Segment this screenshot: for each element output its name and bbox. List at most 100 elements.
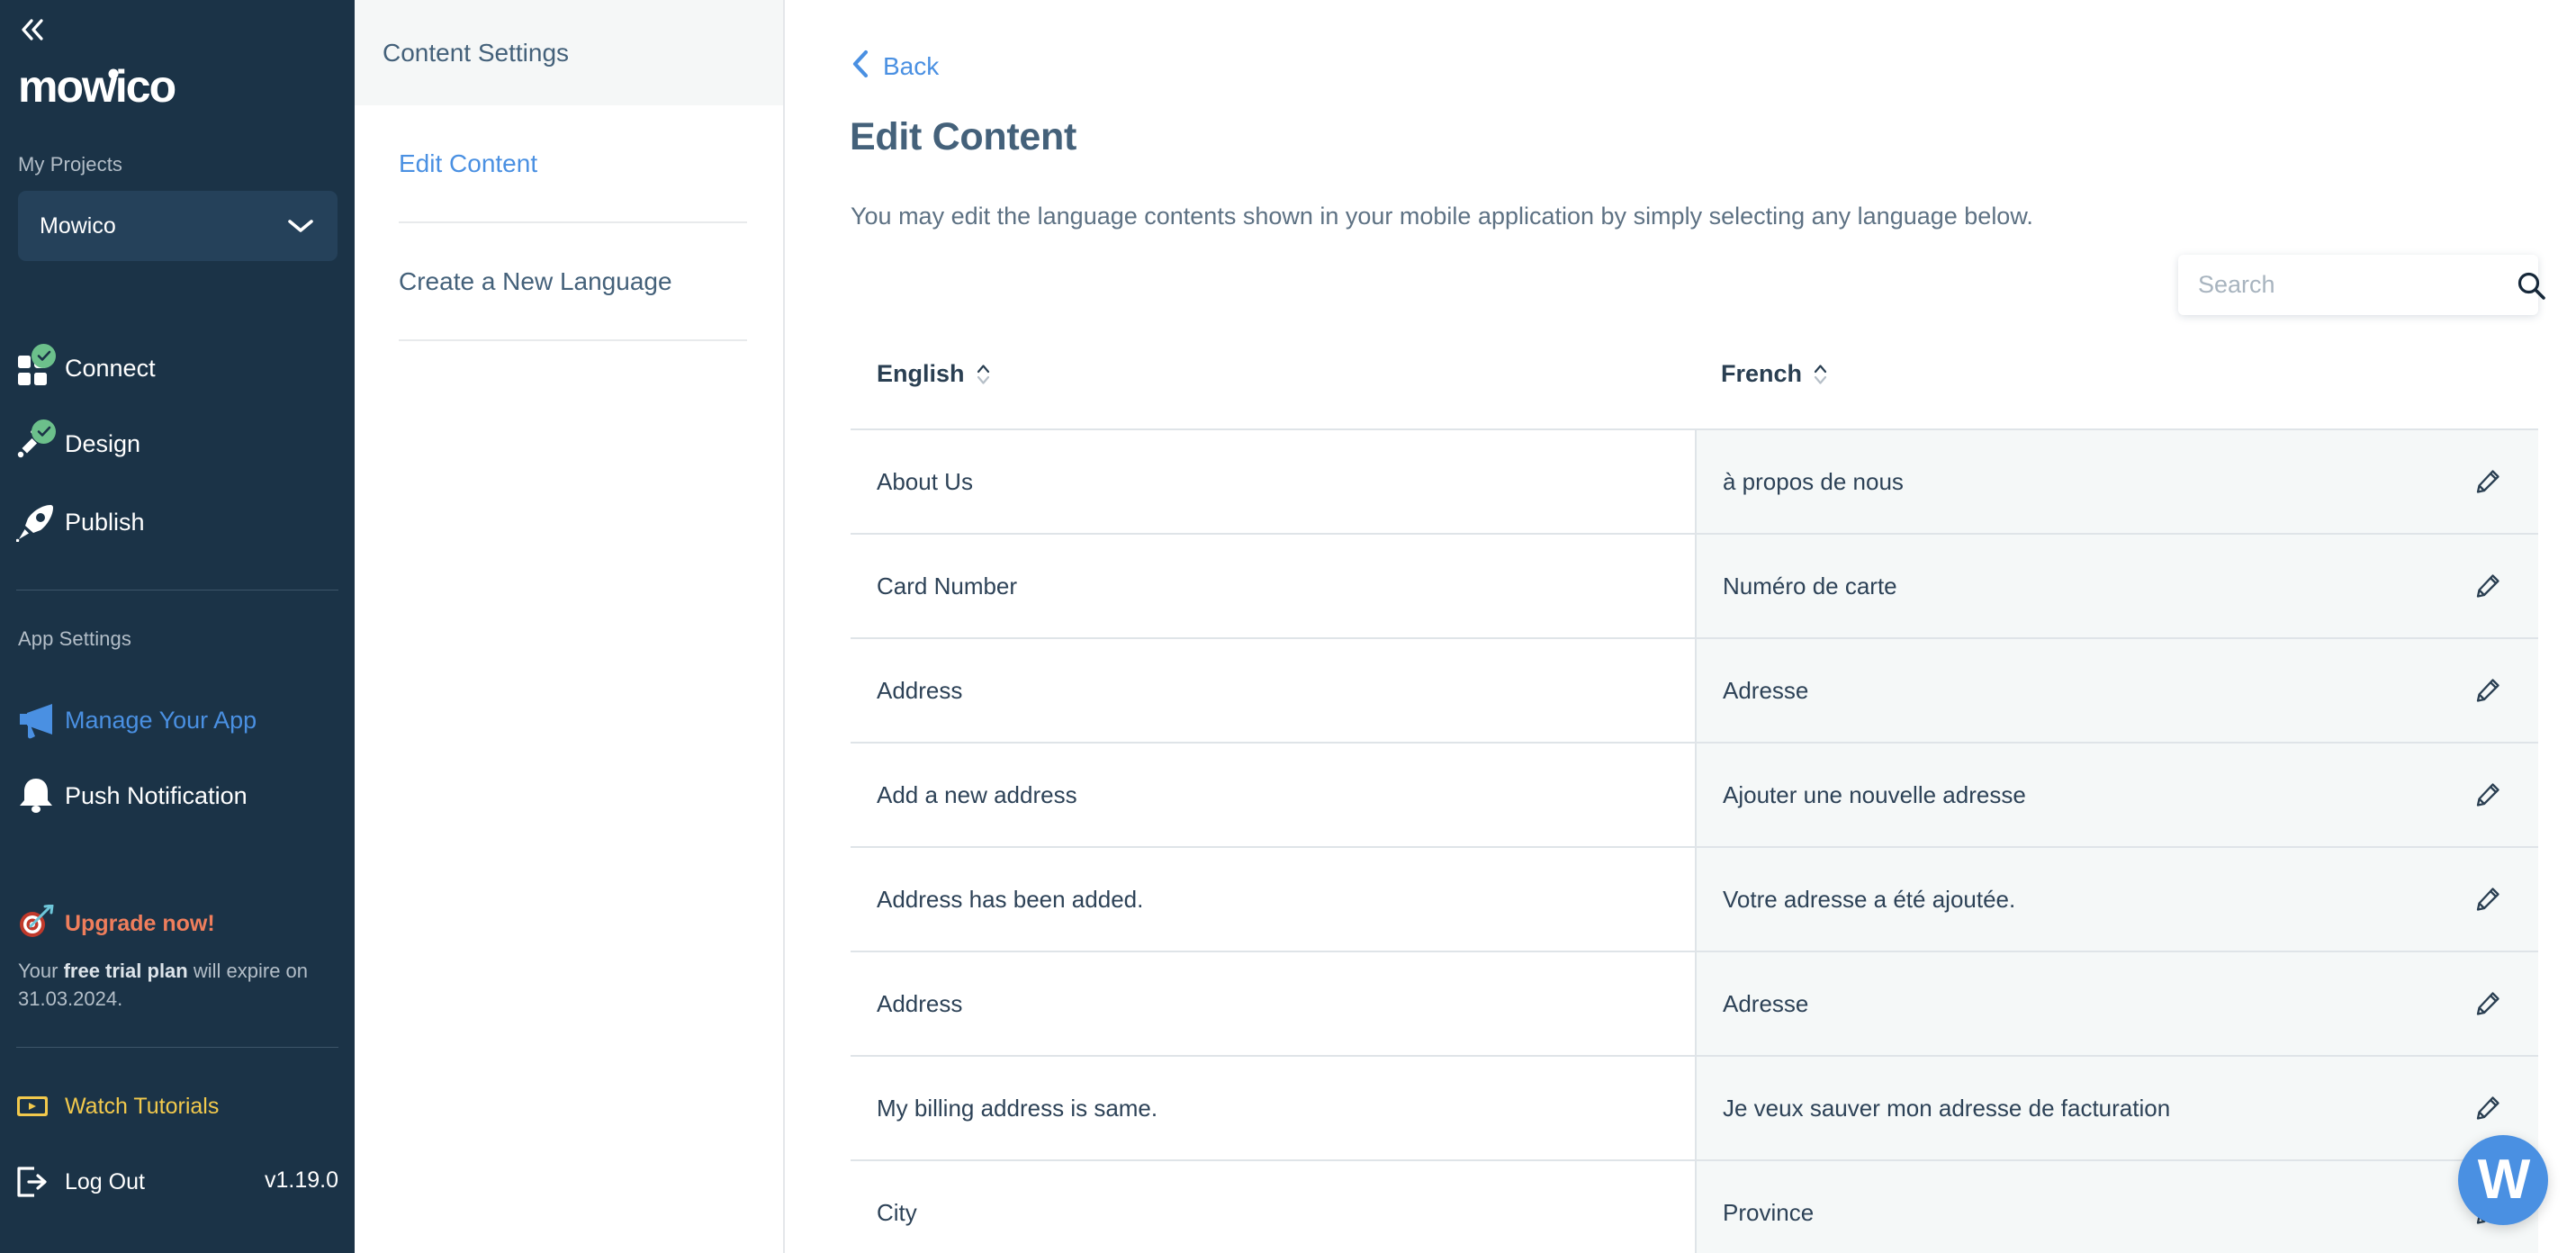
completed-check-badge [32,419,56,444]
column-header-english-label: English [877,360,965,387]
pencil-icon[interactable] [2475,887,2500,912]
trial-prefix: Your [18,960,64,982]
pencil-icon[interactable] [2475,678,2500,703]
project-selector-value: Mowico [40,212,116,239]
table-cell-french-text: Adresse [1723,989,1809,1017]
project-selector[interactable]: Mowico [18,191,338,261]
mowico-logo: mowico [18,65,261,112]
logout-icon [16,1161,65,1203]
content-settings-title: Content Settings [383,38,570,67]
page-description: You may edit the language contents shown… [851,203,2033,230]
table-row: Card Number Numéro de carte [851,535,2538,639]
megaphone-icon [16,699,65,741]
main-content: Back Edit Content You may edit the langu… [785,0,2576,1253]
table-cell-english-text: Address [877,676,963,704]
app-settings-label: App Settings [18,627,131,650]
back-button-label: Back [883,51,940,80]
search-icon[interactable] [2517,271,2545,300]
table-cell-french: Adresse [1695,639,2538,742]
table-cell-english: My billing address is same. [851,1057,1695,1159]
content-settings-panel: Content Settings Edit Content Create a N… [355,0,785,1253]
table-cell-english-text: Address has been added. [877,885,1144,913]
search-box[interactable] [2178,255,2545,315]
pencil-icon[interactable] [2475,573,2500,599]
table-cell-english-text: Address [877,989,963,1017]
table-body: About Us à propos de nous Card Number Numér… [851,428,2538,1253]
table-cell-french: Numéro de carte [1695,535,2538,637]
upgrade-now-link[interactable]: Upgrade now! [18,904,215,943]
table-cell-english-text: City [877,1198,917,1226]
sidebar-item-push-notification-label: Push Notification [65,781,248,809]
settings-item-edit-content[interactable]: Edit Content [399,105,747,223]
table-cell-french: Adresse [1695,952,2538,1055]
my-projects-label: My Projects [18,153,123,176]
sidebar-item-design[interactable]: Design [16,418,338,470]
pencil-icon[interactable] [2475,991,2500,1016]
sidebar-item-design-label: Design [65,429,141,457]
sidebar-divider-2 [16,1047,338,1048]
table-cell-english-text: Add a new address [877,780,1077,808]
search-input[interactable] [2198,271,2517,299]
sidebar-item-manage-your-app[interactable]: Manage Your App [16,694,338,746]
version-label: v1.19.0 [264,1167,338,1193]
trial-expiry-text: Your free trial plan will expire on 31.0… [18,957,333,1013]
settings-item-create-a-new-language-label: Create a New Language [399,266,672,295]
table-row: Address Adresse [851,952,2538,1057]
table-cell-french: Votre adresse a été ajoutée. [1695,848,2538,951]
sidebar-item-push-notification[interactable]: Push Notification [16,770,338,822]
table-cell-french: Ajouter une nouvelle adresse [1695,744,2538,846]
pencil-icon[interactable] [2475,469,2500,494]
video-ticket-icon [16,1086,65,1127]
table-cell-french-text: à propos de nous [1723,467,1904,495]
table-row: My billing address is same. Je veux sauve… [851,1057,2538,1161]
sort-updown-icon [1813,363,1828,386]
app-root: mowico My Projects Mowico Connect Design… [0,0,2576,1253]
table-row: Address Adresse [851,639,2538,744]
column-header-english[interactable]: English [851,360,1695,388]
table-cell-french-text: Numéro de carte [1723,572,1897,599]
table-cell-english: Address [851,639,1695,742]
sidebar-item-publish[interactable]: Publish [16,496,338,548]
content-settings-header: Content Settings [355,0,783,105]
table-cell-english-text: About Us [877,467,973,495]
sidebar: mowico My Projects Mowico Connect Design… [0,0,355,1253]
table-cell-french-text: Province [1723,1198,1815,1226]
sort-updown-icon [976,363,991,386]
page-title: Edit Content [850,115,1076,158]
sidebar-item-log-out-label: Log Out [65,1168,145,1194]
sidebar-item-connect-label: Connect [65,354,156,382]
table-cell-french: à propos de nous [1695,430,2538,533]
rocket-icon [16,501,65,543]
svg-text:mowico: mowico [18,65,176,112]
pencil-icon[interactable] [2475,1095,2500,1121]
column-header-french-label: French [1721,360,1803,387]
grid-icon [16,344,65,389]
table-header-row: English French [851,360,2538,428]
settings-item-create-a-new-language[interactable]: Create a New Language [399,223,747,341]
trial-plan-bold: free trial plan [63,960,188,982]
completed-check-badge [32,344,56,368]
sidebar-item-publish-label: Publish [65,508,145,536]
wordpress-w-icon: W [2477,1149,2531,1211]
table-cell-english-text: My billing address is same. [877,1094,1158,1122]
sidebar-item-connect[interactable]: Connect [16,342,338,394]
support-widget-button[interactable]: W [2458,1135,2548,1225]
table-cell-english: About Us [851,430,1695,533]
column-header-french[interactable]: French [1695,360,1828,388]
table-row: Add a new address Ajouter une nouvelle ad… [851,744,2538,848]
table-cell-french: Province [1695,1161,2538,1253]
collapse-sidebar-button[interactable] [13,9,54,50]
pencil-icon[interactable] [2475,782,2500,807]
back-button[interactable]: Back [851,50,939,83]
table-cell-english: Card Number [851,535,1695,637]
sidebar-item-watch-tutorials[interactable]: Watch Tutorials [16,1080,338,1132]
settings-item-edit-content-label: Edit Content [399,149,538,177]
table-cell-english: Address [851,952,1695,1055]
table-cell-english: Add a new address [851,744,1695,846]
table-cell-french-text: Adresse [1723,676,1809,704]
table-cell-english: Address has been added. [851,848,1695,951]
bell-icon [16,775,65,816]
table-cell-french-text: Ajouter une nouvelle adresse [1723,780,2026,808]
table-cell-french: Je veux sauver mon adresse de facturatio… [1695,1057,2538,1159]
upgrade-now-label: Upgrade now! [65,911,215,936]
